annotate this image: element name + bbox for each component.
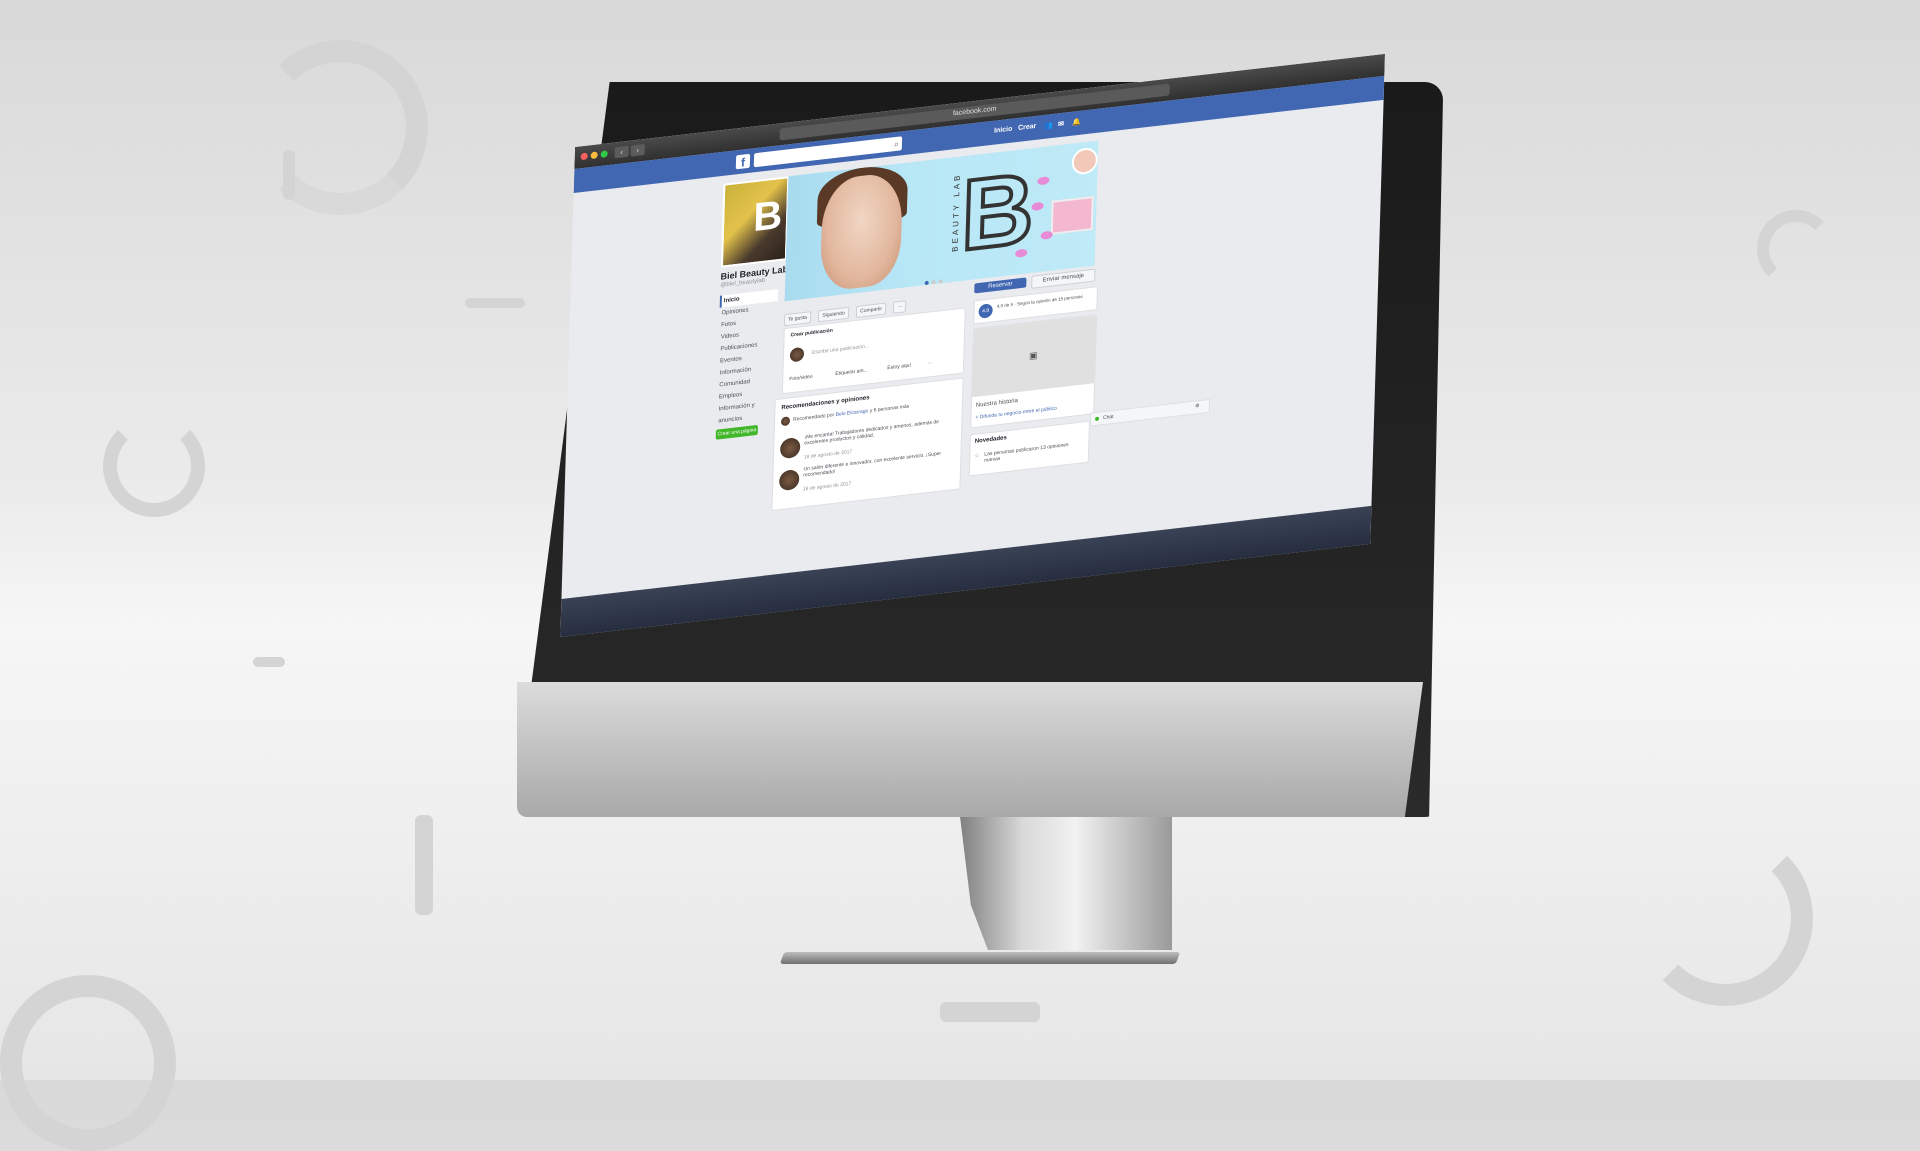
reviews-card: Recomendaciones y opiniones Recomendado … — [771, 377, 964, 512]
composer-input[interactable]: Escribe una publicación... — [812, 343, 869, 356]
slide-dot[interactable] — [924, 280, 929, 286]
decor-ring-3 — [1757, 210, 1835, 288]
cover-petal-icon — [1037, 176, 1050, 186]
cover-palette-icon — [1050, 195, 1094, 235]
decor-dash-3 — [415, 815, 433, 915]
back-button[interactable]: ‹ — [614, 145, 629, 159]
decor-dash-5 — [283, 150, 295, 200]
profile-brand-letter: B — [752, 192, 783, 241]
star-icon: ☆ — [974, 453, 980, 460]
chat-bar[interactable]: Chat ⚙ — [1089, 398, 1211, 427]
story-link[interactable]: + Difunde tu negocio entre el público — [975, 405, 1056, 420]
news-card: Novedades ☆ Las personas publicaron 13 o… — [968, 420, 1090, 477]
create-page-button[interactable]: Crear una página — [715, 424, 758, 440]
nav-home-link[interactable]: Inicio — [994, 126, 1012, 135]
news-title[interactable]: Novedades — [975, 435, 1007, 445]
monitor-stand-base — [779, 952, 1181, 964]
slide-dot[interactable] — [931, 279, 936, 285]
decor-dash-1 — [465, 298, 525, 308]
screen: ‹ › facebook.com f ⌕ Inicio Crear 👥 ✉ 🔔 … — [560, 53, 1385, 638]
rating-text[interactable]: 4,9 de 5 · Según la opinión de 15 person… — [997, 293, 1093, 309]
monitor-stand-neck — [958, 800, 1172, 950]
facebook-logo-icon[interactable]: f — [735, 153, 751, 170]
review-date[interactable]: 18 de agosto de 2017 — [804, 449, 853, 461]
like-button[interactable]: Te gusta — [783, 311, 812, 327]
forward-button[interactable]: › — [630, 143, 645, 157]
composer-more-button[interactable]: ··· — [927, 360, 932, 367]
review-text: ¡Me encanta! Trabajadores dedicados y am… — [804, 419, 940, 447]
tag-friends-button[interactable]: Etiquetar am... — [835, 367, 868, 377]
close-window-button[interactable] — [580, 152, 588, 161]
more-options-button[interactable]: ··· — [893, 300, 907, 314]
decor-ring-2 — [103, 415, 205, 517]
monitor-chin — [517, 682, 1423, 817]
recommender-avatar — [780, 416, 791, 427]
messenger-icon[interactable]: ✉ — [1058, 120, 1064, 129]
review-avatar[interactable] — [778, 468, 800, 492]
cover-petal-icon — [1031, 201, 1044, 212]
review-date[interactable]: 18 de agosto de 2017 — [803, 481, 852, 493]
friends-icon[interactable]: 👥 — [1044, 121, 1053, 130]
chat-label: Chat — [1102, 413, 1114, 422]
decor-ring-4 — [1637, 830, 1813, 1006]
online-dot-icon — [1094, 416, 1100, 422]
notifications-icon[interactable]: 🔔 — [1072, 118, 1081, 127]
cover-petal-icon — [1040, 230, 1053, 240]
slide-dot[interactable] — [938, 279, 943, 284]
chat-settings-icon[interactable]: ⚙ — [1195, 403, 1200, 410]
story-image-placeholder[interactable]: ▣ — [972, 315, 1097, 398]
cover-slide-indicator — [924, 270, 946, 290]
recommender-name-link[interactable]: Belo Elcarrago — [835, 408, 868, 418]
decor-ring-1 — [253, 40, 428, 215]
recommended-prefix: Recomendado por — [792, 412, 835, 423]
story-card: ▣ Nuestra historia + Difunde tu negocio … — [970, 314, 1098, 429]
nav-create-link[interactable]: Crear — [1018, 123, 1037, 132]
image-icon: ▣ — [1028, 349, 1038, 361]
maximize-window-button[interactable] — [600, 150, 608, 159]
decor-dash-4 — [940, 1002, 1040, 1022]
recommended-suffix: y 6 personas más — [869, 403, 910, 415]
photo-video-button[interactable]: Foto/video — [789, 374, 813, 383]
minimize-window-button[interactable] — [590, 151, 598, 160]
composer-title[interactable]: Crear publicación — [790, 328, 832, 339]
rating-badge: 4.9 — [978, 303, 993, 319]
review-avatar[interactable] — [779, 436, 801, 460]
reserve-button[interactable]: Reservar — [974, 277, 1027, 294]
decor-ring-5 — [0, 975, 176, 1151]
news-text[interactable]: Las personas publicaron 13 opiniones nue… — [984, 440, 1084, 464]
composer-avatar — [789, 346, 805, 363]
following-button[interactable]: Siguiendo — [818, 306, 849, 323]
page-profile-picture[interactable]: B — [720, 176, 790, 268]
decor-dash-2 — [253, 657, 285, 667]
page-left-menu: Inicio Opiniones Fotos Videos Publicacio… — [716, 289, 779, 425]
story-title[interactable]: Nuestra historia — [976, 398, 1018, 409]
cover-compact-icon — [1071, 146, 1099, 176]
checkin-button[interactable]: Estoy aquí — [887, 362, 911, 371]
search-icon: ⌕ — [893, 138, 900, 150]
share-button[interactable]: Compartir — [855, 302, 887, 318]
